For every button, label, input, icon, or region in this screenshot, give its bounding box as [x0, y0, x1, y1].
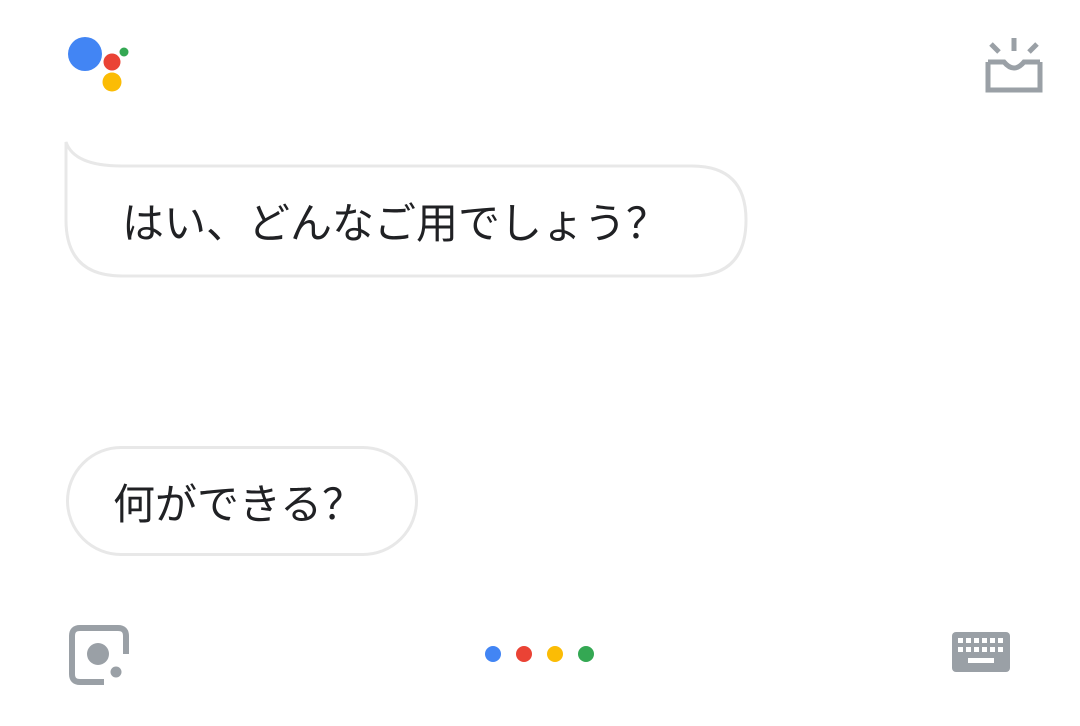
- assistant-message-text: はい、どんなご用でしょう？: [122, 198, 669, 248]
- suggestion-chip-text: 何ができる？: [113, 479, 365, 529]
- keyboard-icon[interactable]: [950, 630, 1012, 678]
- assistant-logo-icon: [68, 37, 129, 92]
- suggestion-chip-what-can-you-do[interactable]: 何ができる？: [66, 446, 418, 556]
- four-color-dots-icon[interactable]: [482, 644, 602, 664]
- snapshot-tray-icon[interactable]: [982, 34, 1046, 98]
- lens-icon[interactable]: [68, 624, 130, 686]
- assistant-message-bubble: はい、どんなご用でしょう？: [66, 164, 748, 276]
